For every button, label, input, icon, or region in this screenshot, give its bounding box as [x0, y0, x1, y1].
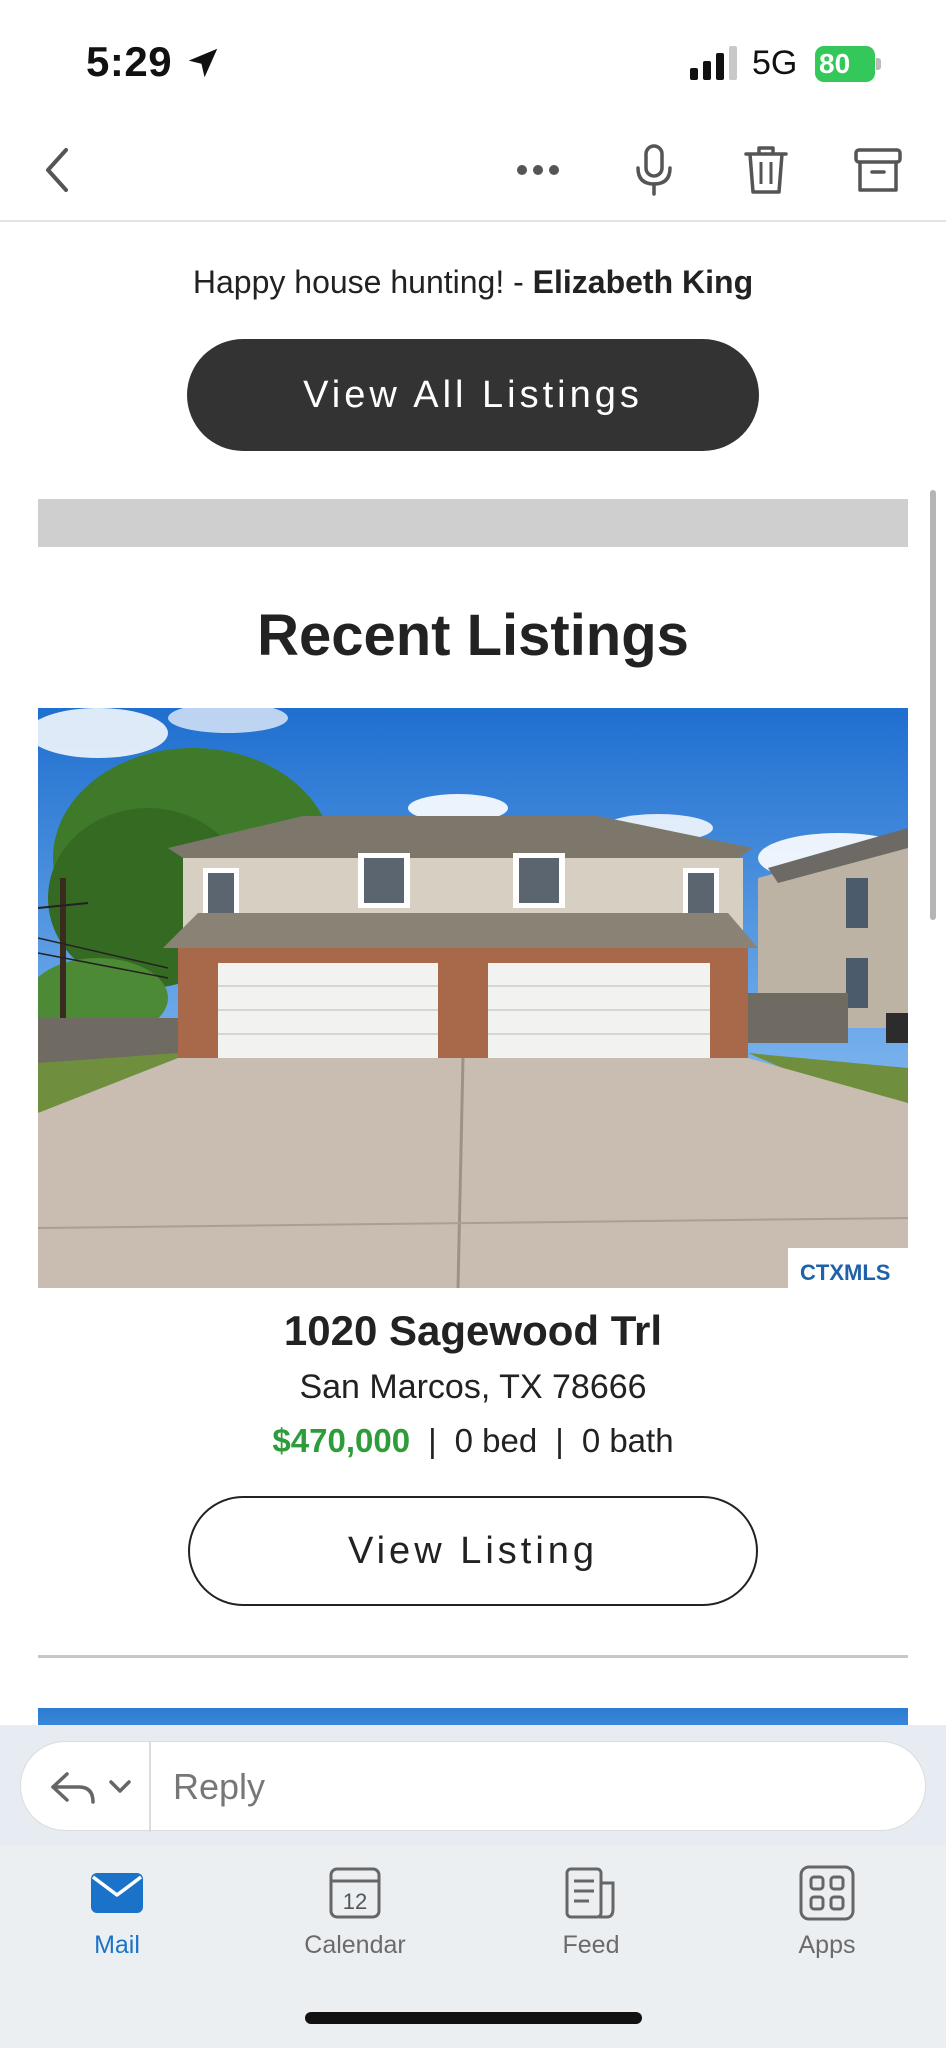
apps-grid-icon [799, 1865, 855, 1921]
chevron-left-icon[interactable] [30, 140, 90, 200]
cellular-signal-icon [690, 46, 737, 80]
view-listing-button[interactable]: View Listing [188, 1496, 758, 1606]
listing-divider [38, 1655, 908, 1658]
section-divider-band [38, 499, 908, 547]
microphone-icon[interactable] [624, 140, 684, 200]
reply-options-icon[interactable] [43, 1762, 143, 1812]
listing-city: San Marcos, TX 78666 [299, 1368, 647, 1406]
reply-bar [0, 1725, 946, 1845]
listing-baths: 0 bath [581, 1422, 674, 1459]
mls-badge: CTXMLS [800, 1260, 890, 1285]
calendar-icon: 12 [329, 1867, 381, 1919]
listing-address: 1020 Sagewood Trl [283, 1307, 663, 1354]
battery-indicator: 80 [815, 46, 881, 82]
listing-beds: 0 bed [454, 1422, 538, 1459]
tab-label: Feed [562, 1931, 620, 1959]
archive-icon[interactable] [848, 140, 908, 200]
signoff-line: Happy house hunting! - Elizabeth King [0, 264, 946, 301]
view-all-listings-button[interactable]: View All Listings [187, 339, 759, 451]
reply-divider [149, 1742, 151, 1832]
location-arrow-icon [188, 48, 218, 78]
trash-icon[interactable] [736, 140, 796, 200]
signoff-text: Happy house hunting! - [192, 264, 533, 300]
tab-label: Calendar [304, 1931, 406, 1959]
battery-level: 80 [819, 48, 851, 79]
section-title: Recent Listings [257, 603, 689, 668]
scroll-indicator [930, 490, 936, 920]
tab-label: Mail [94, 1931, 140, 1959]
status-bar: 5:29 5G 80 [0, 0, 946, 120]
feed-icon [565, 1867, 615, 1919]
listing-meta: $470,000 | 0 bed | 0 bath [0, 1422, 946, 1460]
tab-label: Apps [798, 1931, 856, 1959]
status-time: 5:29 [86, 38, 173, 85]
ellipsis-icon[interactable] [508, 140, 568, 200]
tab-calendar[interactable]: 12 Calendar [280, 1863, 430, 1983]
calendar-date: 12 [343, 1889, 367, 1914]
tab-apps[interactable]: Apps [752, 1863, 902, 1983]
tab-feed[interactable]: Feed [516, 1863, 666, 1983]
home-indicator [305, 2012, 642, 2024]
house-photo-illustration: CTXMLS [38, 708, 908, 1288]
next-listing-photo[interactable] [38, 1708, 908, 1725]
mail-icon [91, 1873, 143, 1913]
reply-field-container [20, 1741, 926, 1832]
meta-separator: | [428, 1422, 437, 1459]
tab-mail[interactable]: Mail [42, 1863, 192, 1983]
email-toolbar [0, 120, 946, 222]
reply-input[interactable] [173, 1742, 873, 1832]
meta-separator: | [555, 1422, 564, 1459]
listing-price: $470,000 [272, 1422, 411, 1459]
network-type: 5G [752, 44, 798, 82]
listing-photo[interactable]: CTXMLS [38, 708, 908, 1288]
agent-name: Elizabeth King [532, 264, 754, 300]
email-body: Happy house hunting! - Elizabeth King Vi… [0, 222, 946, 1725]
